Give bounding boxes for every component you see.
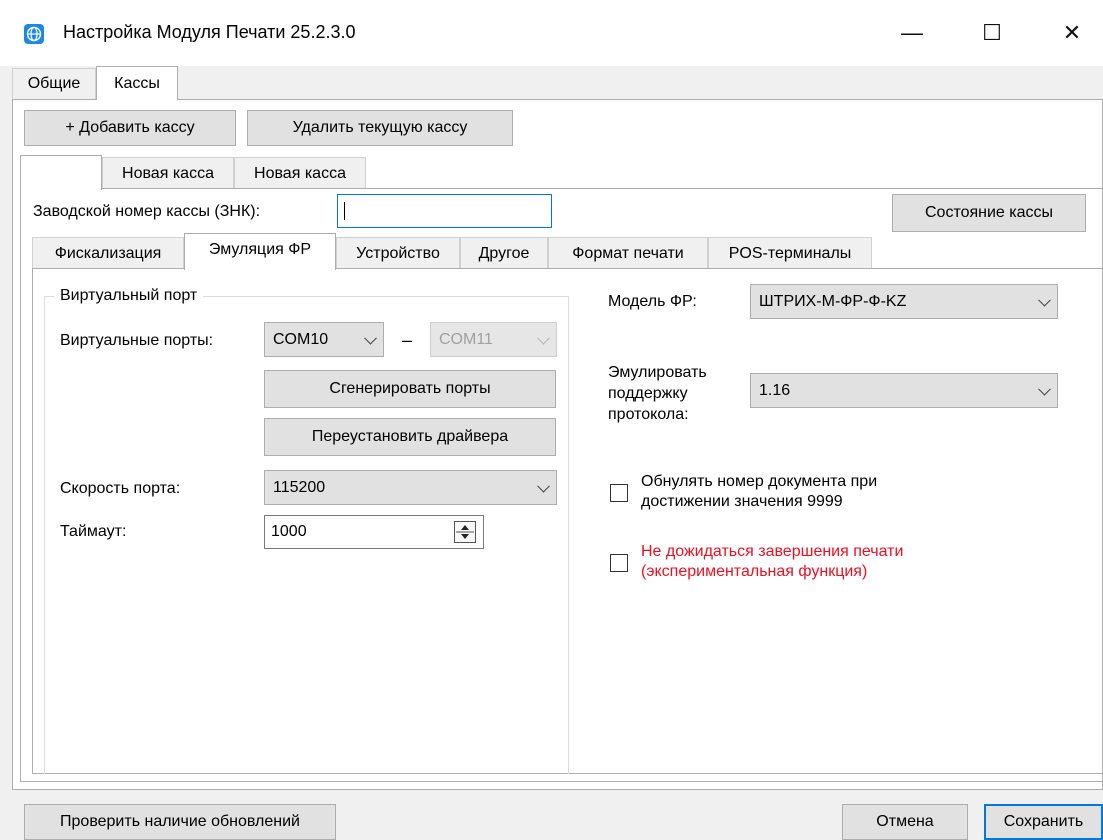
spin-arrows-icon[interactable]: [454, 521, 476, 543]
timeout-label: Таймаут:: [60, 523, 127, 540]
generate-ports-button[interactable]: Сгенерировать порты: [264, 370, 556, 408]
delete-kassa-button[interactable]: Удалить текущую кассу: [247, 110, 513, 146]
port-speed-value: 115200: [273, 478, 326, 496]
tab-kassa-3[interactable]: Новая касса: [234, 157, 366, 189]
no-wait-line1: Не дожидаться завершения печати: [641, 543, 904, 560]
app-globe-icon: [24, 24, 44, 44]
virtual-port-1-select[interactable]: COM10: [264, 322, 384, 357]
tab-general[interactable]: Общие: [12, 68, 96, 99]
fr-model-select[interactable]: ШТРИХ-М-ФР-Ф-KZ: [750, 284, 1058, 319]
add-kassa-button[interactable]: + Добавить кассу: [24, 110, 236, 146]
text-cursor: [344, 202, 345, 220]
timeout-value: 1000: [271, 523, 307, 540]
kassa-status-button[interactable]: Состояние кассы: [892, 194, 1086, 232]
no-wait-line2: (экспериментальная функция): [641, 563, 868, 580]
timeout-spinbox[interactable]: 1000: [264, 515, 484, 549]
protocol-label-line2: поддержку: [608, 385, 688, 402]
tab-device[interactable]: Устройство: [336, 237, 460, 269]
maximize-icon[interactable]: ☐: [960, 0, 1024, 66]
fr-model-label: Модель ФР:: [608, 293, 697, 310]
save-button[interactable]: Сохранить: [984, 804, 1103, 840]
fr-model-value: ШТРИХ-М-ФР-Ф-KZ: [759, 292, 907, 310]
reset-doc-line2: достижении значения 9999: [641, 493, 843, 510]
tab-other[interactable]: Другое: [460, 237, 548, 269]
virtual-port-2-select: COM11: [430, 322, 557, 357]
chevron-down-icon: [1038, 382, 1051, 396]
virtual-port-group-title: Виртуальный порт: [54, 287, 204, 305]
chevron-down-icon: [537, 331, 550, 345]
cancel-button[interactable]: Отмена: [842, 804, 968, 840]
protocol-select[interactable]: 1.16: [750, 373, 1058, 408]
virtual-port-1-value: COM10: [273, 330, 329, 348]
close-icon[interactable]: ✕: [1040, 0, 1103, 66]
port-speed-label: Скорость порта:: [60, 480, 181, 497]
reset-doc-number-checkbox[interactable]: [610, 484, 628, 502]
protocol-label-line1: Эмулировать: [608, 364, 707, 381]
virtual-port-2-value: COM11: [439, 330, 493, 348]
port-speed-select[interactable]: 115200: [264, 470, 557, 505]
protocol-label: Эмулировать поддержку протокола:: [608, 362, 707, 425]
tab-pos-terminals[interactable]: POS-терминалы: [708, 237, 872, 269]
tab-fiscalization[interactable]: Фискализация: [32, 237, 184, 269]
reinstall-drivers-button[interactable]: Переустановить драйвера: [264, 418, 556, 456]
reset-doc-line1: Обнулять номер документа при: [641, 473, 878, 490]
tab-kassa-2[interactable]: Новая касса: [102, 157, 234, 189]
check-updates-button[interactable]: Проверить наличие обновлений: [24, 804, 336, 840]
no-wait-print-label: Не дожидаться завершения печати (экспери…: [641, 542, 903, 582]
chevron-down-icon: [364, 331, 377, 345]
protocol-value: 1.16: [759, 381, 791, 399]
tab-cash-registers[interactable]: Кассы: [96, 66, 178, 100]
protocol-label-line3: протокола:: [608, 406, 689, 423]
tab-kassa-1[interactable]: [20, 155, 102, 190]
no-wait-print-checkbox[interactable]: [610, 554, 628, 572]
tab-print-format[interactable]: Формат печати: [548, 237, 708, 269]
chevron-down-icon: [537, 479, 550, 493]
window-title: Настройка Модуля Печати 25.2.3.0: [63, 22, 356, 42]
port-dash: –: [402, 330, 413, 350]
minimize-icon[interactable]: —: [880, 0, 944, 66]
reset-doc-number-label: Обнулять номер документа при достижении …: [641, 472, 877, 512]
znk-input[interactable]: [337, 194, 552, 228]
znk-label: Заводской номер кассы (ЗНК):: [33, 203, 261, 220]
chevron-down-icon: [1038, 293, 1051, 307]
virtual-ports-label: Виртуальные порты:: [60, 332, 214, 349]
tab-fr-emulation[interactable]: Эмуляция ФР: [184, 233, 336, 270]
